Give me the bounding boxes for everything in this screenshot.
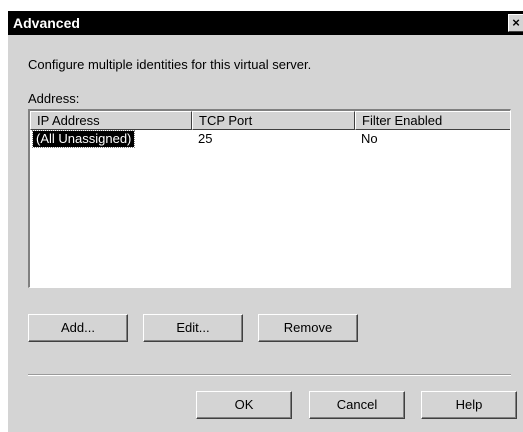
close-icon[interactable]: × xyxy=(508,14,523,32)
window-title: Advanced xyxy=(13,15,80,31)
column-header-tcp-port[interactable]: TCP Port xyxy=(192,111,355,130)
filter-enabled-cell: No xyxy=(361,131,378,146)
ok-button[interactable]: OK xyxy=(196,391,292,419)
address-label: Address: xyxy=(28,91,80,106)
cancel-button[interactable]: Cancel xyxy=(309,391,405,419)
title-bar[interactable]: Advanced × xyxy=(8,11,523,35)
help-button[interactable]: Help xyxy=(421,391,517,419)
add-button[interactable]: Add... xyxy=(28,314,128,342)
remove-button[interactable]: Remove xyxy=(258,314,358,342)
address-list[interactable]: IP Address TCP Port Filter Enabled (All … xyxy=(28,109,511,288)
list-item[interactable]: (All Unassigned) 25 No xyxy=(30,130,510,148)
column-header-ip-address[interactable]: IP Address xyxy=(30,111,192,130)
separator xyxy=(28,374,511,376)
ip-address-cell[interactable]: (All Unassigned) xyxy=(31,130,136,148)
column-header-filter-enabled[interactable]: Filter Enabled xyxy=(355,111,510,130)
advanced-dialog: Advanced × Configure multiple identities… xyxy=(7,10,523,432)
list-header: IP Address TCP Port Filter Enabled xyxy=(30,111,510,130)
tcp-port-cell: 25 xyxy=(198,131,213,146)
edit-button[interactable]: Edit... xyxy=(143,314,243,342)
dialog-description: Configure multiple identities for this v… xyxy=(28,57,312,72)
